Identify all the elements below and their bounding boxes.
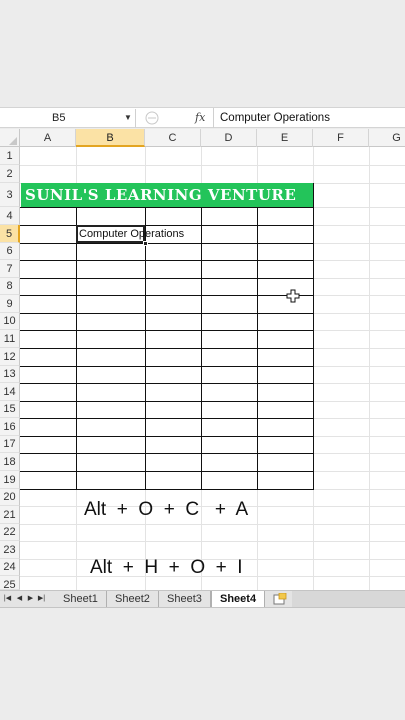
cell-select-cursor-icon <box>286 289 300 303</box>
tab-sheet1[interactable]: Sheet1 <box>55 591 107 607</box>
tab-sheet2[interactable]: Sheet2 <box>107 591 159 607</box>
row-header-15[interactable]: 15 <box>0 401 20 418</box>
tab-sheet3[interactable]: Sheet3 <box>159 591 211 607</box>
row-header-25[interactable]: 25 <box>0 576 20 590</box>
name-box[interactable]: B5 <box>0 109 136 127</box>
row-header-19[interactable]: 19 <box>0 471 20 489</box>
row-header-1[interactable]: 1 <box>0 147 20 165</box>
row-header-9[interactable]: 9 <box>0 295 20 313</box>
column-header-b[interactable]: B <box>76 129 145 147</box>
row-header-14[interactable]: 14 <box>0 383 20 401</box>
row-header-16[interactable]: 16 <box>0 418 20 436</box>
row-header-20[interactable]: 20 <box>0 489 20 506</box>
row-header-18[interactable]: 18 <box>0 453 20 471</box>
worksheet-grid[interactable]: A B C D E F G 1 2 3 4 5 6 7 8 9 10 11 12… <box>0 129 405 590</box>
formula-bar: B5 ▼ fx Computer Operations <box>0 107 405 128</box>
tab-sheet4[interactable]: Sheet4 <box>211 591 266 607</box>
row-header-3[interactable]: 3 <box>0 183 20 207</box>
prev-sheet-icon[interactable]: ◀ <box>15 591 24 607</box>
resize-handle-icon <box>145 111 159 125</box>
row-header-2[interactable]: 2 <box>0 165 20 183</box>
next-sheet-icon[interactable]: ▶ <box>26 591 35 607</box>
column-header-g[interactable]: G <box>369 129 405 147</box>
row-header-5[interactable]: 5 <box>0 225 20 243</box>
row-header-6[interactable]: 6 <box>0 243 20 260</box>
last-sheet-icon[interactable]: ▶| <box>37 591 46 607</box>
row-header-22[interactable]: 22 <box>0 524 20 541</box>
row-header-11[interactable]: 11 <box>0 330 20 348</box>
insert-sheet-icon[interactable] <box>273 593 287 605</box>
row-header-10[interactable]: 10 <box>0 313 20 330</box>
formula-input[interactable]: Computer Operations <box>213 108 405 128</box>
shortcut-text-1: Alt + O + C + A <box>84 499 249 520</box>
insert-function-icon[interactable]: fx <box>195 109 209 127</box>
column-header-c[interactable]: C <box>145 129 201 147</box>
fill-handle[interactable] <box>143 241 148 246</box>
row-header-13[interactable]: 13 <box>0 366 20 383</box>
cell-b5-value: Computer Operations <box>79 228 185 240</box>
formula-bar-resize-handle[interactable] <box>138 111 178 125</box>
name-box-dropdown-icon[interactable]: ▼ <box>124 109 132 127</box>
column-header-a[interactable]: A <box>20 129 76 147</box>
banner-title: SUNIL'S LEARNING VENTURE <box>25 186 297 204</box>
row-header-21[interactable]: 21 <box>0 506 20 524</box>
select-all-corner[interactable] <box>0 129 20 147</box>
sheet-tab-bar: |◀ ◀ ▶ ▶| Sheet1 Sheet2 Sheet3 Sheet4 <box>0 590 405 608</box>
column-header-d[interactable]: D <box>201 129 257 147</box>
first-sheet-icon[interactable]: |◀ <box>3 591 12 607</box>
row-header-17[interactable]: 17 <box>0 436 20 453</box>
row-header-23[interactable]: 23 <box>0 541 20 559</box>
column-headers: A B C D E F G <box>0 129 405 147</box>
horizontal-scroll-area[interactable] <box>292 591 405 607</box>
row-header-8[interactable]: 8 <box>0 278 20 295</box>
row-header-24[interactable]: 24 <box>0 559 20 576</box>
column-header-e[interactable]: E <box>257 129 313 147</box>
shortcut-text-2: Alt + H + O + I <box>90 557 243 578</box>
row-header-7[interactable]: 7 <box>0 260 20 278</box>
column-header-f[interactable]: F <box>313 129 369 147</box>
row-header-4[interactable]: 4 <box>0 207 20 225</box>
row-header-12[interactable]: 12 <box>0 348 20 366</box>
title-banner[interactable]: SUNIL'S LEARNING VENTURE <box>21 183 313 207</box>
excel-window: B5 ▼ fx Computer Operations A B C D E F … <box>0 0 405 720</box>
